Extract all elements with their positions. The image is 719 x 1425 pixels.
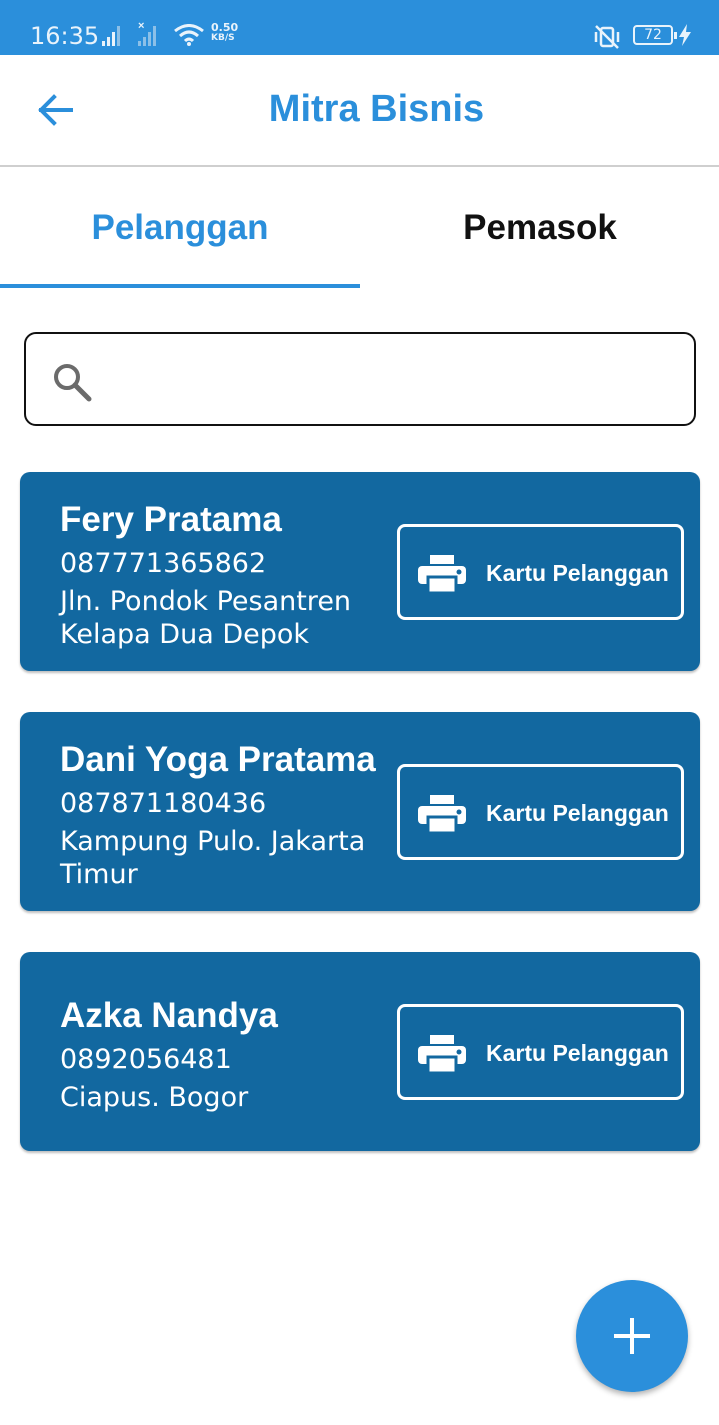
tab-bar: Pelanggan Pemasok bbox=[0, 168, 719, 288]
tab-pemasok[interactable]: Pemasok bbox=[360, 168, 719, 288]
search-box[interactable] bbox=[24, 332, 696, 426]
page-title: Mitra Bisnis bbox=[268, 88, 485, 130]
tab-pelanggan[interactable]: Pelanggan bbox=[0, 168, 360, 288]
kartu-pelanggan-label: Kartu Pelanggan bbox=[486, 1040, 669, 1066]
network-speed: 0.50 KB/S bbox=[211, 22, 238, 44]
network-speed-unit: KB/S bbox=[211, 33, 235, 43]
customer-address: Ciapus. Bogor bbox=[60, 1082, 249, 1113]
signal-icon-secondary bbox=[138, 24, 156, 46]
search-icon bbox=[54, 364, 92, 402]
battery-icon: 72 bbox=[633, 25, 677, 45]
mute-vibrate-icon bbox=[594, 25, 620, 49]
wifi-icon bbox=[174, 24, 204, 46]
signal-icon bbox=[102, 24, 120, 46]
customer-card[interactable]: Azka Nandya 0892056481 Ciapus. Bogor Kar… bbox=[20, 952, 700, 1151]
customer-phone: 087871180436 bbox=[60, 788, 267, 819]
customer-name: Fery Pratama bbox=[60, 500, 282, 539]
status-time: 16:35 bbox=[30, 22, 100, 50]
customer-card[interactable]: Fery Pratama 087771365862 Jln. Pondok Pe… bbox=[20, 472, 700, 671]
kartu-pelanggan-label: Kartu Pelanggan bbox=[486, 560, 669, 586]
network-speed-value: 0.50 bbox=[211, 21, 239, 34]
customer-phone: 0892056481 bbox=[60, 1044, 232, 1075]
search-input[interactable] bbox=[110, 344, 680, 414]
active-tab-indicator bbox=[0, 284, 360, 288]
kartu-pelanggan-button[interactable]: Kartu Pelanggan bbox=[397, 764, 684, 860]
kartu-pelanggan-button[interactable]: Kartu Pelanggan bbox=[397, 1004, 684, 1100]
customer-name: Azka Nandya bbox=[60, 996, 278, 1035]
plus-icon bbox=[614, 1318, 650, 1354]
customer-card[interactable]: Dani Yoga Pratama 087871180436 Kampung P… bbox=[20, 712, 700, 911]
kartu-pelanggan-label: Kartu Pelanggan bbox=[486, 800, 669, 826]
printer-icon bbox=[418, 555, 466, 593]
charging-icon bbox=[679, 24, 691, 46]
add-partner-button[interactable] bbox=[576, 1280, 688, 1392]
customer-address: Kampung Pulo. Jakarta Timur bbox=[60, 826, 366, 890]
app-bar: Mitra Bisnis bbox=[0, 55, 719, 167]
printer-icon bbox=[418, 1035, 466, 1073]
status-bar: 16:35 × 0.50 KB/S 72 bbox=[0, 0, 719, 55]
customer-address: Jln. Pondok Pesantren Kelapa Dua Depok bbox=[60, 586, 352, 650]
customer-phone: 087771365862 bbox=[60, 548, 267, 579]
printer-icon bbox=[418, 795, 466, 833]
kartu-pelanggan-button[interactable]: Kartu Pelanggan bbox=[397, 524, 684, 620]
customer-name: Dani Yoga Pratama bbox=[60, 740, 376, 779]
